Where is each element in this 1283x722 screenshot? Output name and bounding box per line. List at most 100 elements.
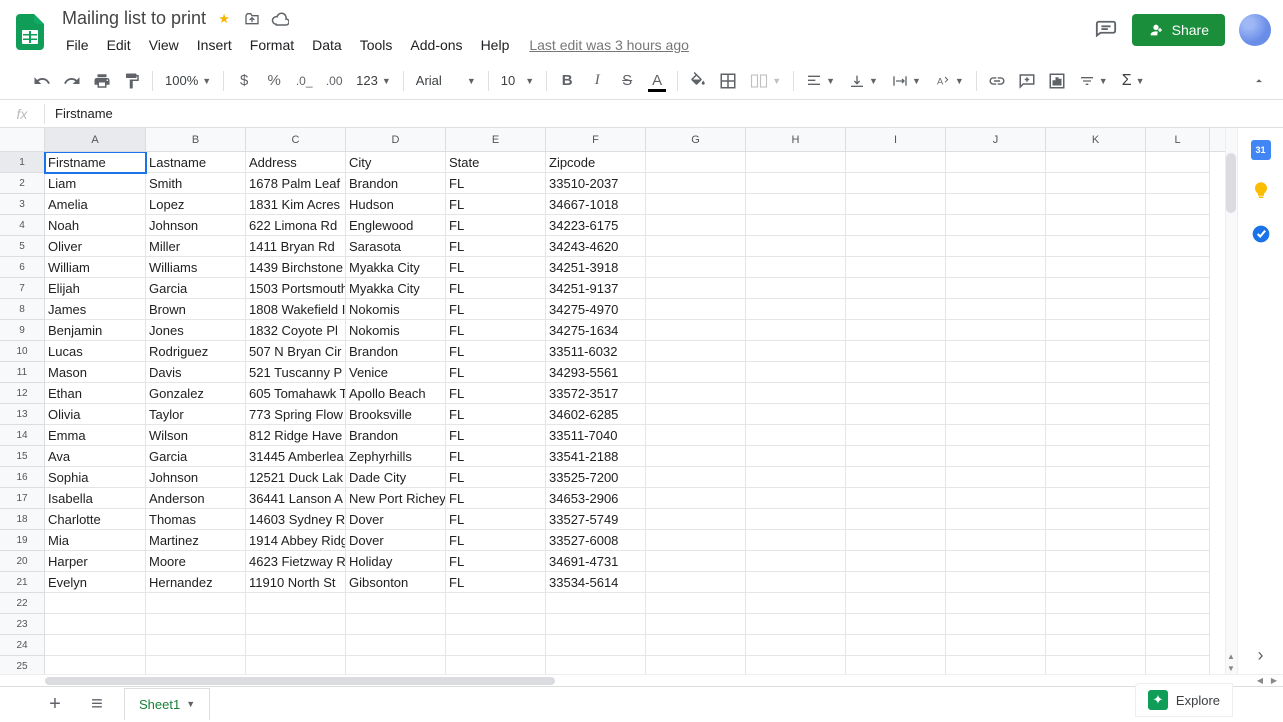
cell[interactable]	[646, 299, 746, 320]
cell[interactable]: FL	[446, 404, 546, 425]
cell[interactable]: Sophia	[45, 467, 146, 488]
cell[interactable]: Dover	[346, 509, 446, 530]
cell[interactable]	[746, 425, 846, 446]
cell[interactable]	[846, 509, 946, 530]
scroll-left-icon[interactable]: ◀	[1253, 675, 1267, 687]
cell[interactable]	[1146, 320, 1210, 341]
cell[interactable]	[946, 278, 1046, 299]
cell[interactable]	[946, 530, 1046, 551]
cell[interactable]: 33534-5614	[546, 572, 646, 593]
cell[interactable]: Apollo Beach	[346, 383, 446, 404]
cell[interactable]	[846, 614, 946, 635]
cell[interactable]	[1146, 530, 1210, 551]
cell[interactable]: 34275-4970	[546, 299, 646, 320]
font-dropdown[interactable]: Arial▼	[410, 68, 482, 94]
cloud-status-icon[interactable]	[270, 9, 290, 29]
cell[interactable]: 33511-6032	[546, 341, 646, 362]
cell[interactable]	[646, 572, 746, 593]
cell[interactable]	[1046, 551, 1146, 572]
cell[interactable]	[1046, 152, 1146, 173]
cell[interactable]	[646, 320, 746, 341]
cell[interactable]	[1146, 173, 1210, 194]
grid[interactable]: 1FirstnameLastnameAddressCityStateZipcod…	[0, 152, 1237, 674]
cell[interactable]: 33511-7040	[546, 425, 646, 446]
cell[interactable]: Taylor	[146, 404, 246, 425]
cell[interactable]: Harper	[45, 551, 146, 572]
cell[interactable]: Myakka City	[346, 257, 446, 278]
menu-format[interactable]: Format	[242, 33, 302, 57]
cell[interactable]	[846, 194, 946, 215]
cell[interactable]: 36441 Lanson A	[246, 488, 346, 509]
cell[interactable]	[246, 635, 346, 656]
cell[interactable]	[646, 509, 746, 530]
cell[interactable]: William	[45, 257, 146, 278]
row-header[interactable]: 14	[0, 425, 45, 446]
cell[interactable]: Zephyrhills	[346, 446, 446, 467]
cell[interactable]	[746, 194, 846, 215]
cell[interactable]: FL	[446, 383, 546, 404]
all-sheets-button[interactable]: ≡	[82, 690, 112, 720]
add-sheet-button[interactable]: +	[40, 690, 70, 720]
cell[interactable]: 33527-5749	[546, 509, 646, 530]
calendar-icon[interactable]: 31	[1251, 140, 1271, 160]
cell[interactable]	[646, 530, 746, 551]
cell[interactable]	[246, 614, 346, 635]
row-header[interactable]: 21	[0, 572, 45, 593]
cell[interactable]	[846, 383, 946, 404]
move-icon[interactable]	[242, 9, 262, 29]
cell[interactable]	[1146, 341, 1210, 362]
row-header[interactable]: 19	[0, 530, 45, 551]
cell[interactable]	[646, 383, 746, 404]
cell[interactable]: FL	[446, 509, 546, 530]
cell[interactable]	[746, 551, 846, 572]
cell[interactable]: FL	[446, 194, 546, 215]
cell[interactable]	[1046, 446, 1146, 467]
cell[interactable]: FL	[446, 362, 546, 383]
cell[interactable]	[946, 467, 1046, 488]
cell[interactable]	[45, 593, 146, 614]
cell[interactable]	[846, 425, 946, 446]
rotate-button[interactable]: A▼	[929, 68, 970, 94]
cell[interactable]: Gibsonton	[346, 572, 446, 593]
cell[interactable]	[1146, 236, 1210, 257]
cell[interactable]	[946, 173, 1046, 194]
cell[interactable]	[1146, 278, 1210, 299]
cell[interactable]	[1146, 194, 1210, 215]
sheet-tab-1[interactable]: Sheet1▼	[124, 688, 210, 720]
cell[interactable]: Jones	[146, 320, 246, 341]
cell[interactable]: Williams	[146, 257, 246, 278]
cell[interactable]: 12521 Duck Lak	[246, 467, 346, 488]
row-header[interactable]: 6	[0, 257, 45, 278]
cell[interactable]	[546, 635, 646, 656]
cell[interactable]: FL	[446, 551, 546, 572]
cell[interactable]: City	[346, 152, 446, 173]
cell[interactable]	[446, 635, 546, 656]
cell[interactable]: Emma	[45, 425, 146, 446]
cell[interactable]: Dover	[346, 530, 446, 551]
cell[interactable]	[846, 593, 946, 614]
cell[interactable]	[346, 593, 446, 614]
cell[interactable]	[946, 257, 1046, 278]
cell[interactable]	[846, 299, 946, 320]
cell[interactable]: Holiday	[346, 551, 446, 572]
cell[interactable]: Lucas	[45, 341, 146, 362]
cell[interactable]: 34223-6175	[546, 215, 646, 236]
cell[interactable]: 34243-4620	[546, 236, 646, 257]
cell[interactable]: FL	[446, 215, 546, 236]
cell[interactable]	[746, 614, 846, 635]
cell[interactable]	[646, 404, 746, 425]
col-header-L[interactable]: L	[1146, 128, 1210, 151]
menu-view[interactable]: View	[141, 33, 187, 57]
cell[interactable]	[946, 341, 1046, 362]
cell[interactable]	[646, 551, 746, 572]
decrease-decimal-button[interactable]: .0_	[290, 67, 318, 95]
cell[interactable]	[1146, 215, 1210, 236]
cell[interactable]	[1046, 362, 1146, 383]
cell[interactable]: FL	[446, 320, 546, 341]
cell[interactable]: Martinez	[146, 530, 246, 551]
cell[interactable]: Noah	[45, 215, 146, 236]
cell[interactable]	[846, 551, 946, 572]
col-header-J[interactable]: J	[946, 128, 1046, 151]
cell[interactable]: Benjamin	[45, 320, 146, 341]
italic-button[interactable]: I	[583, 67, 611, 95]
